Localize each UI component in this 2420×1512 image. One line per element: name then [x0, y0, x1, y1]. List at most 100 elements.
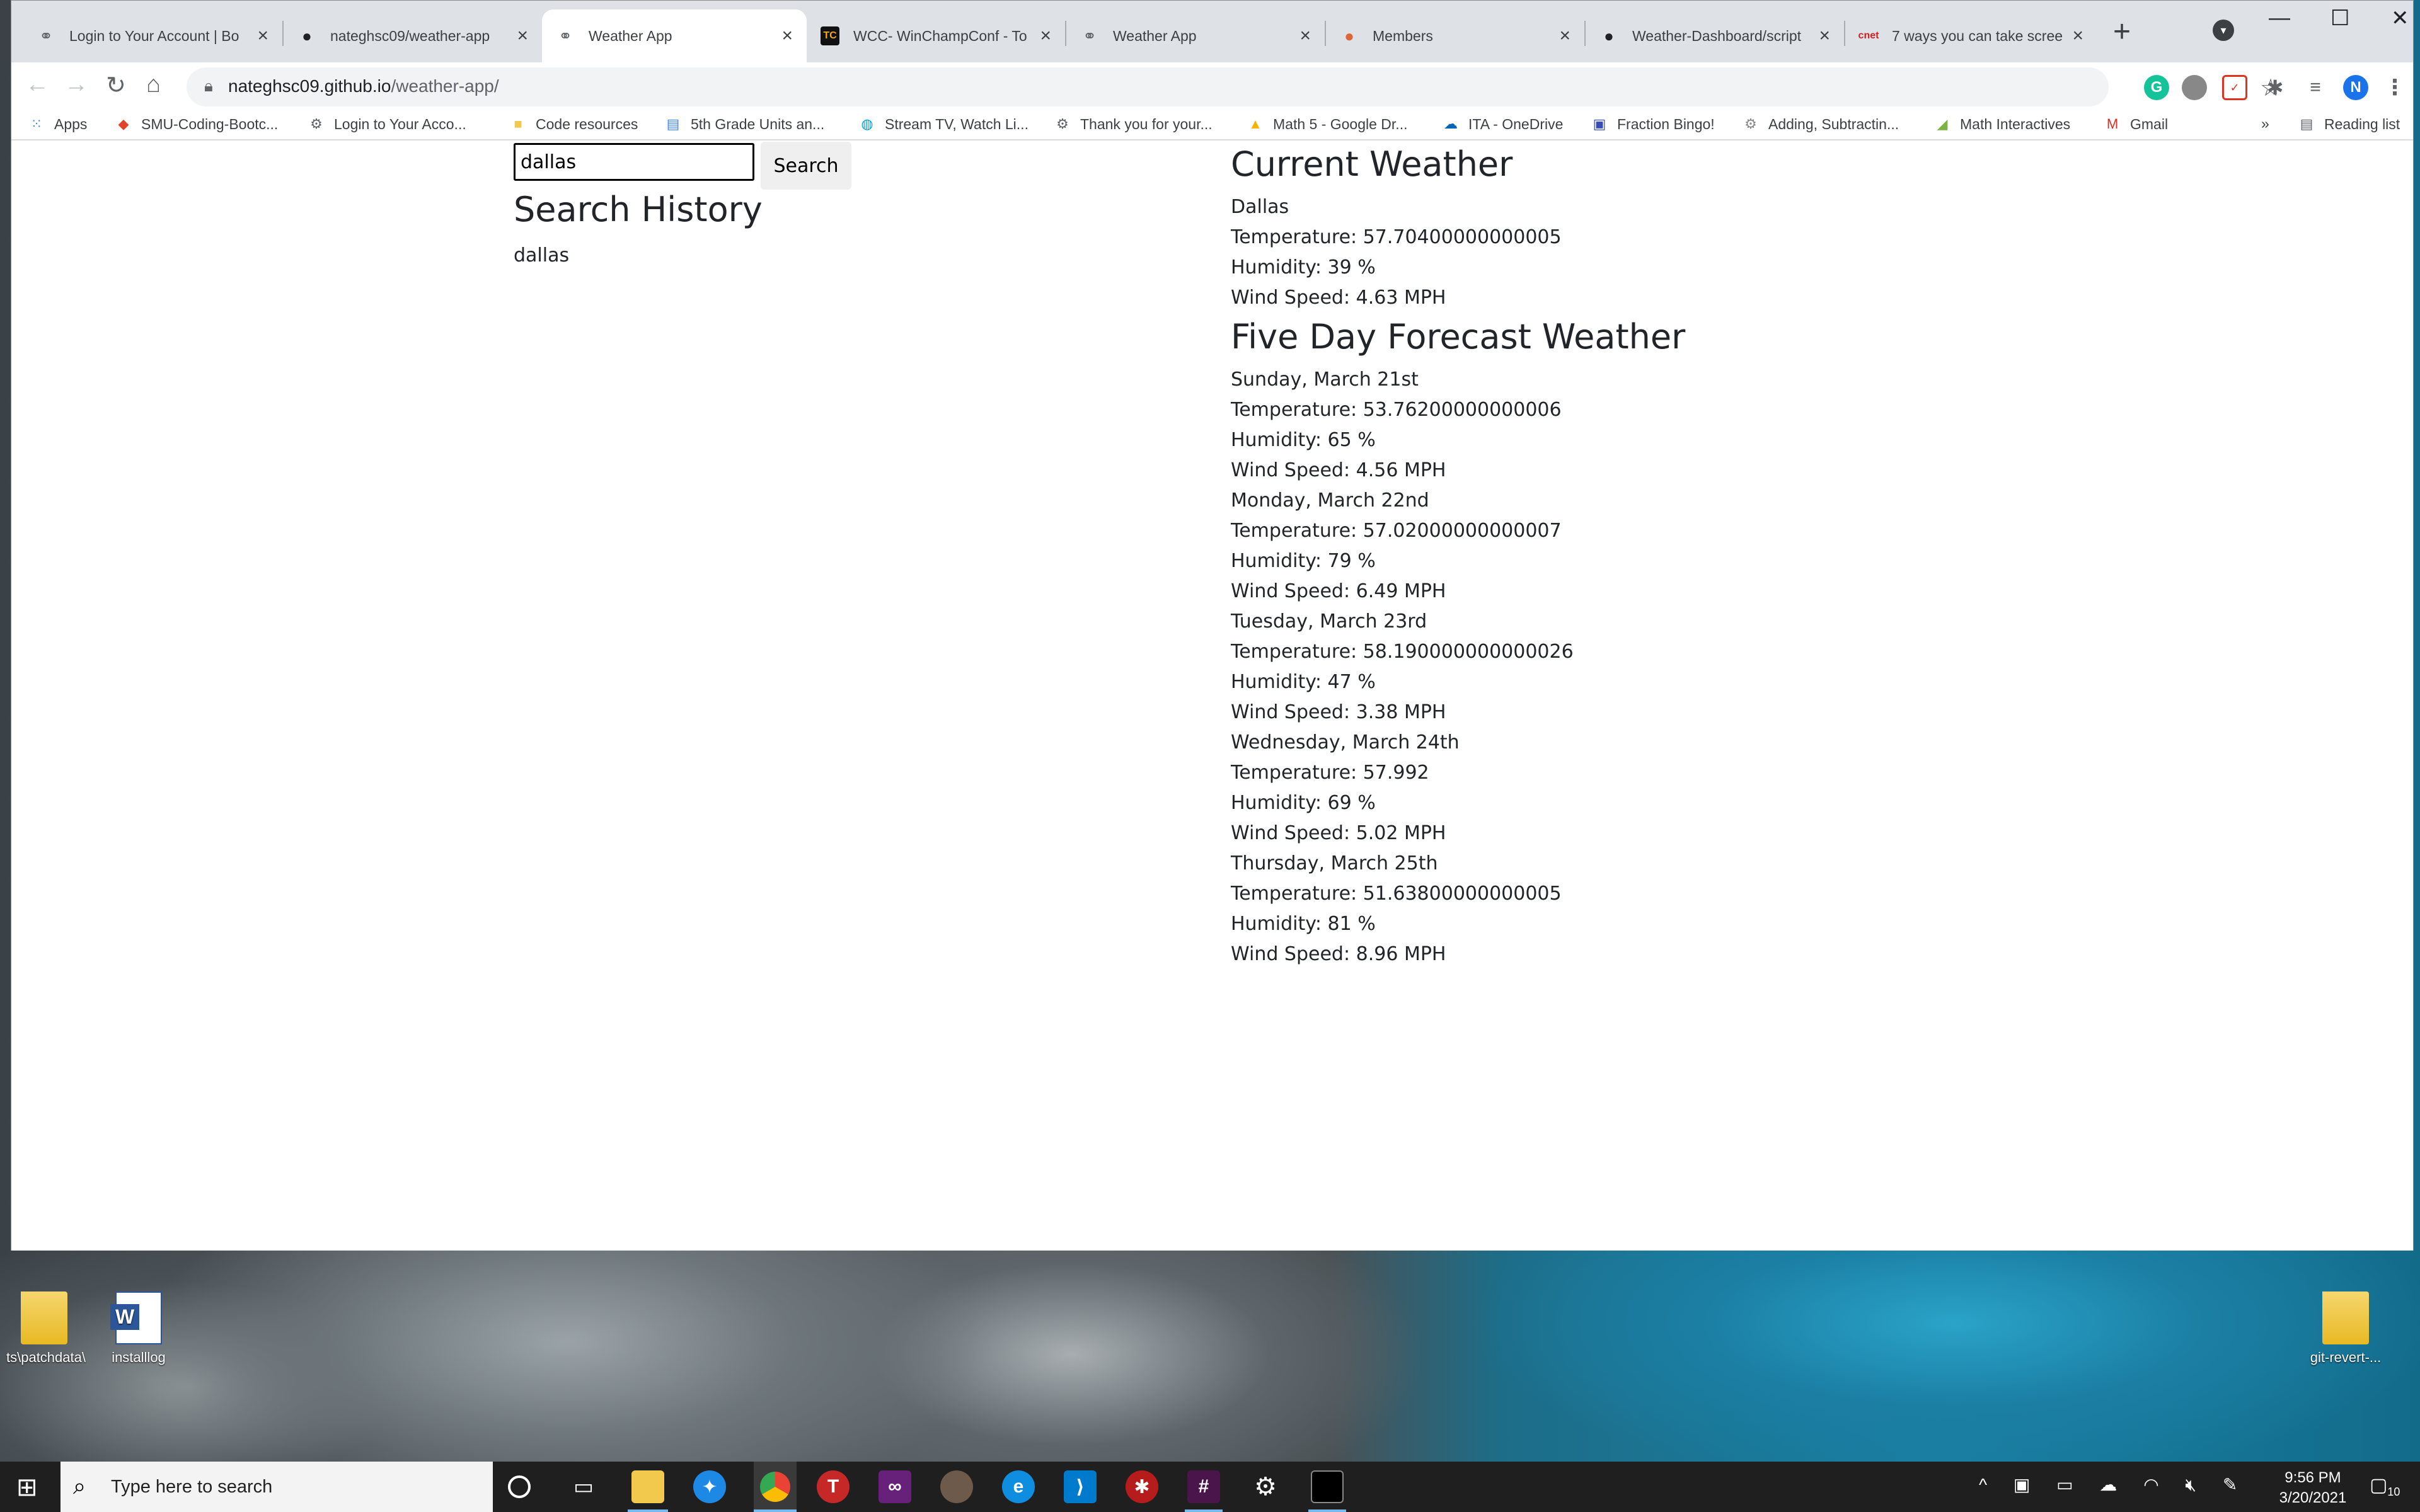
close-icon[interactable]: × [1299, 25, 1311, 47]
running-indicator [628, 1509, 668, 1512]
extension-shield-icon[interactable]: ✓ [2222, 75, 2247, 100]
tab-weather-app-active[interactable]: ⚭ Weather App × [542, 9, 807, 62]
gitlab-icon: ◆ [118, 116, 129, 132]
media-controls-icon[interactable]: ≡ [2303, 75, 2328, 100]
bookmark-apps[interactable]: ⁙ Apps [28, 115, 88, 133]
city-search-input[interactable] [514, 143, 754, 181]
volume-muted-icon[interactable]: 🔇︎ [2185, 1475, 2196, 1494]
close-icon[interactable]: × [1559, 25, 1570, 47]
tab-cnet-screenshot[interactable]: cnet 7 ways you can take scree × [1845, 9, 2097, 62]
gear-icon: ⚙ [1744, 116, 1757, 132]
file-explorer-icon[interactable] [631, 1470, 664, 1503]
bookmark-math-5-drive[interactable]: ▲ Math 5 - Google Dr... [1247, 115, 1407, 133]
taskbar-search-box[interactable]: ⌕ Type here to search [60, 1462, 493, 1512]
bookmark-stream-tv[interactable]: ◍ Stream TV, Watch Li... [858, 115, 1028, 133]
forward-arrow-icon[interactable]: → [64, 71, 88, 98]
tab-login-account[interactable]: ⚭ Login to Your Account | Bo × [23, 9, 282, 62]
windows-start-icon[interactable]: ⊞ [16, 1473, 38, 1502]
bookmark-5th-grade-units[interactable]: ▤ 5th Grade Units an... [664, 115, 825, 133]
edge-icon[interactable]: e [1002, 1470, 1035, 1503]
bookmark-label: Adding, Subtractin... [1768, 115, 1899, 132]
bookmarks-overflow-chevron-icon[interactable]: » [2261, 115, 2269, 132]
photo-app-icon[interactable] [940, 1470, 973, 1503]
tab-weather-app-2[interactable]: ⚭ Weather App × [1066, 9, 1325, 62]
window-close-icon[interactable]: ✕ [2391, 6, 2409, 31]
forecast-date: Monday, March 22nd [1231, 490, 1429, 512]
bookmark-fraction-bingo[interactable]: ▣ Fraction Bingo! [1591, 115, 1715, 133]
forecast-temperature: Temperature: 57.02000000000007 [1231, 520, 1562, 542]
bookmark-label: Gmail [2130, 115, 2169, 132]
close-icon[interactable]: × [1819, 25, 1830, 47]
close-icon[interactable]: × [781, 25, 793, 47]
forecast-humidity: Humidity: 81 % [1231, 913, 1376, 935]
vscode-icon[interactable]: ⟩ [1064, 1470, 1097, 1503]
close-icon[interactable]: × [1040, 25, 1051, 47]
settings-gear-icon[interactable]: ⚙ [1249, 1470, 1282, 1503]
tab-search-chevron-icon[interactable]: ▾ [2213, 20, 2234, 41]
taskbar-clock[interactable]: 9:56 PM 3/20/2021 [2269, 1468, 2357, 1508]
grammarly-icon[interactable]: G [2144, 75, 2169, 100]
extension-circle-icon[interactable] [2182, 75, 2207, 100]
forecast-wind-speed: Wind Speed: 5.02 MPH [1231, 822, 1446, 844]
desktop-icon-installlog[interactable]: W installlog [101, 1292, 176, 1366]
menu-kebab-icon[interactable]: ⋮ [2382, 75, 2407, 100]
safari-compass-icon[interactable]: ✦ [693, 1470, 726, 1503]
t-app-icon[interactable]: T [817, 1470, 850, 1503]
tab-github-weather-app[interactable]: ● nateghsc09/weather-app × [284, 9, 542, 62]
chrome-icon-active[interactable] [754, 1462, 797, 1512]
search-icon: ⌕ [73, 1473, 86, 1499]
zip-folder-icon [2322, 1292, 2369, 1344]
clock-date: 3/20/2021 [2279, 1489, 2347, 1506]
desktop-icon-git-revert[interactable]: git-revert-... [2308, 1292, 2383, 1366]
close-icon[interactable]: × [517, 25, 528, 47]
close-icon[interactable]: × [2072, 25, 2083, 47]
back-arrow-icon[interactable]: ← [25, 71, 49, 98]
profile-avatar[interactable]: N [2343, 75, 2368, 100]
forecast-wind-speed: Wind Speed: 6.49 MPH [1231, 580, 1446, 602]
chevron-up-icon[interactable]: ^ [1979, 1475, 1987, 1494]
address-bar[interactable]: 🔒︎ nateghsc09.github.io/weather-app/ ☆ [187, 67, 2281, 106]
extensions-puzzle-icon[interactable]: ✱ [2262, 75, 2288, 100]
task-view-icon[interactable]: ▭ [567, 1470, 600, 1503]
terminal-icon[interactable] [1311, 1470, 1344, 1503]
current-temperature: Temperature: 57.70400000000005 [1231, 226, 1562, 248]
bookmark-smu-coding[interactable]: ◆ SMU-Coding-Bootc... [115, 115, 279, 133]
battery-icon[interactable]: ▭ [2056, 1475, 2073, 1494]
tab-title: Weather-Dashboard/script [1632, 27, 1802, 44]
onedrive-cloud-icon[interactable]: ☁ [2099, 1475, 2117, 1494]
bookmark-adding-subtracting[interactable]: ⚙ Adding, Subtractin... [1742, 115, 1899, 133]
visual-studio-icon[interactable]: ∞ [879, 1470, 911, 1503]
meet-now-icon[interactable]: ▣ [2014, 1475, 2030, 1494]
tab-members[interactable]: ● Members × [1326, 9, 1584, 62]
wifi-icon[interactable]: ◠ [2143, 1475, 2158, 1494]
windows-taskbar: ⊞ ⌕ Type here to search ▭ ✦ T ∞ e ⟩ ✱ # … [0, 1462, 2420, 1512]
globe-icon: ⚭ [558, 26, 572, 45]
forecast-humidity: Humidity: 79 % [1231, 550, 1376, 572]
bookmark-login-account[interactable]: ⚙ Login to Your Acco... [308, 115, 466, 133]
pen-icon[interactable]: ✎ [2223, 1475, 2237, 1494]
search-button[interactable]: Search [761, 142, 851, 190]
red-app-icon[interactable]: ✱ [1126, 1470, 1158, 1503]
bookmark-math-interactives[interactable]: ◢ Math Interactives [1933, 115, 2071, 133]
reading-list-button[interactable]: ▤ Reading list [2298, 115, 2400, 133]
minimize-icon[interactable]: — [2269, 6, 2290, 30]
close-icon[interactable]: × [257, 25, 268, 47]
slack-icon[interactable]: # [1187, 1470, 1220, 1503]
weather-app-page: Search Search History dallas Current Wea… [11, 142, 2413, 1251]
tab-weather-dashboard-script[interactable]: ● Weather-Dashboard/script × [1586, 9, 1844, 62]
bookmark-gmail[interactable]: M Gmail [2104, 115, 2168, 133]
tab-title: Members [1373, 27, 1433, 44]
bookmark-ita-onedrive[interactable]: ☁ ITA - OneDrive [1442, 115, 1563, 133]
search-history-item[interactable]: dallas [514, 244, 569, 266]
tab-wcc-winchampconf[interactable]: TC WCC- WinChampConf - To × [807, 9, 1065, 62]
bookmark-thank-you[interactable]: ⚙ Thank you for your... [1054, 115, 1213, 133]
maximize-icon[interactable]: ☐ [2331, 6, 2349, 31]
desktop-icon-patchdata[interactable]: ts\patchdata\ [6, 1292, 86, 1366]
cortana-icon[interactable] [508, 1475, 531, 1498]
new-tab-plus-icon[interactable]: + [2113, 14, 2131, 49]
home-icon[interactable]: ⌂ [146, 71, 161, 98]
bookmark-label: Apps [54, 115, 88, 132]
notification-center-icon[interactable]: ▢10 [2370, 1474, 2400, 1499]
reload-icon[interactable]: ↻ [106, 71, 126, 100]
bookmark-code-resources[interactable]: ■ Code resources [509, 115, 638, 133]
